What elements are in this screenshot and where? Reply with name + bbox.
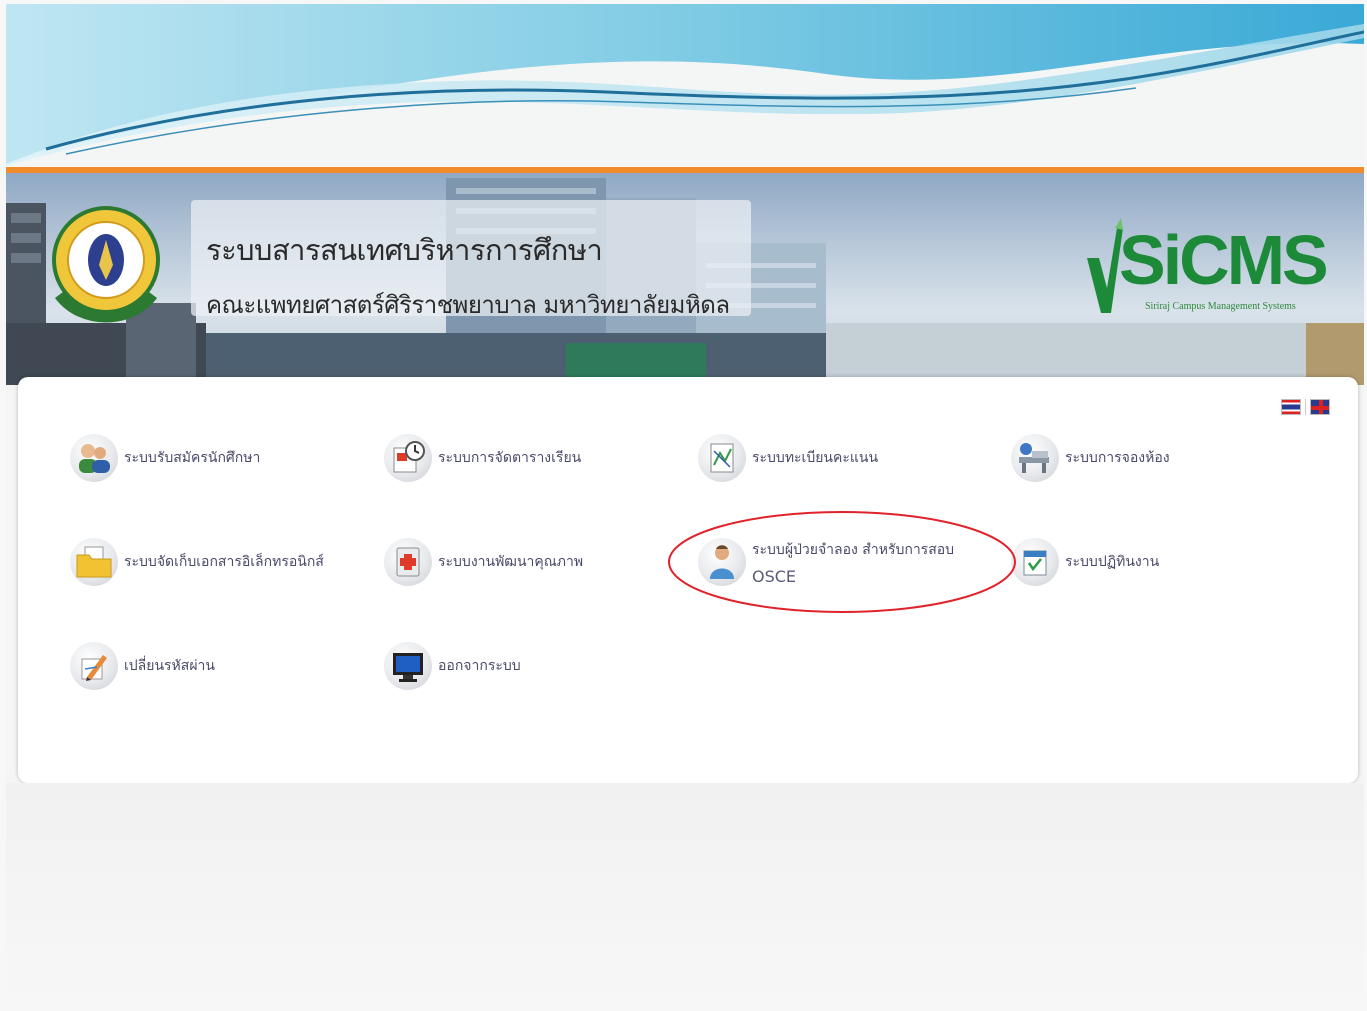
medical-kit-icon <box>384 538 432 586</box>
language-switcher <box>1281 399 1330 415</box>
menu-label: ระบบงานพัฒนาคุณภาพ <box>438 554 584 570</box>
menu-label: ระบบการจัดตารางเรียน <box>438 450 582 466</box>
menu-label-line2: OSCE <box>752 566 797 586</box>
menu-item-admission[interactable]: ระบบรับสมัครนักศึกษา <box>70 434 260 482</box>
room-booking-icon <box>1011 434 1059 482</box>
header-banner: ระบบสารสนเทศบริหารการศึกษา คณะแพทยศาสตร์… <box>6 173 1364 385</box>
users-icon <box>70 434 118 482</box>
brand-tagline: Siriraj Campus Management Systems <box>1145 301 1296 312</box>
menu-item-calendar[interactable]: ระบบปฏิทินงาน <box>1011 538 1159 586</box>
monitor-icon <box>384 642 432 690</box>
faculty-title: คณะแพทยศาสตร์ศิริราชพยาบาล มหาวิทยาลัยมห… <box>206 291 730 319</box>
menu-label: ระบบรับสมัครนักศึกษา <box>124 450 261 466</box>
menu-label: เปลี่ยนรหัสผ่าน <box>124 658 215 674</box>
calendar-icon <box>1011 538 1059 586</box>
page-frame: ระบบสารสนเทศบริหารการศึกษา คณะแพทยศาสตร์… <box>6 4 1364 1007</box>
menu-label: ระบบทะเบียนคะแนน <box>752 450 879 466</box>
language-divider <box>1305 399 1306 415</box>
flag-th-icon[interactable] <box>1281 399 1301 415</box>
system-title: ระบบสารสนเทศบริหารการศึกษา <box>206 233 603 267</box>
menu-item-class-schedule[interactable]: ระบบการจัดตารางเรียน <box>384 434 581 482</box>
header-wave-graphic <box>6 4 1364 169</box>
menu-label: ออกจากระบบ <box>438 658 521 674</box>
menu-item-quality-development[interactable]: ระบบงานพัฒนาคุณภาพ <box>384 538 583 586</box>
main-menu-panel: ระบบรับสมัครนักศึกษา ระบบการจัดตารางเรีย… <box>18 377 1358 783</box>
menu-item-change-password[interactable]: เปลี่ยนรหัสผ่าน <box>70 642 215 690</box>
patient-icon <box>698 538 746 586</box>
menu-label: ระบบปฏิทินงาน <box>1065 554 1160 570</box>
menu-label: ระบบจัดเก็บเอกสารอิเล็กทรอนิกส์ <box>124 554 324 570</box>
grade-chart-icon <box>698 434 746 482</box>
university-seal-logo <box>52 206 160 323</box>
schedule-icon <box>384 434 432 482</box>
folder-icon <box>70 538 118 586</box>
menu-item-grade-registry[interactable]: ระบบทะเบียนคะแนน <box>698 434 878 482</box>
menu-label-line1: ระบบผู้ป่วยจำลอง สำหรับการสอบ <box>752 541 955 558</box>
menu-item-logout[interactable]: ออกจากระบบ <box>384 642 521 690</box>
brand-name: SiCMS <box>1119 221 1329 299</box>
menu-item-simulated-patient-osce[interactable]: ระบบผู้ป่วยจำลอง สำหรับการสอบ OSCE <box>698 538 954 586</box>
menu-label: ระบบผู้ป่วยจำลอง สำหรับการสอบ OSCE <box>752 539 954 586</box>
menu-item-room-booking[interactable]: ระบบการจองห้อง <box>1011 434 1170 482</box>
flag-uk-icon[interactable] <box>1310 399 1330 415</box>
page-background-lower <box>6 783 1364 1007</box>
menu-label: ระบบการจองห้อง <box>1065 450 1170 466</box>
menu-item-e-documents[interactable]: ระบบจัดเก็บเอกสารอิเล็กทรอนิกส์ <box>70 538 324 586</box>
pencil-icon <box>70 642 118 690</box>
